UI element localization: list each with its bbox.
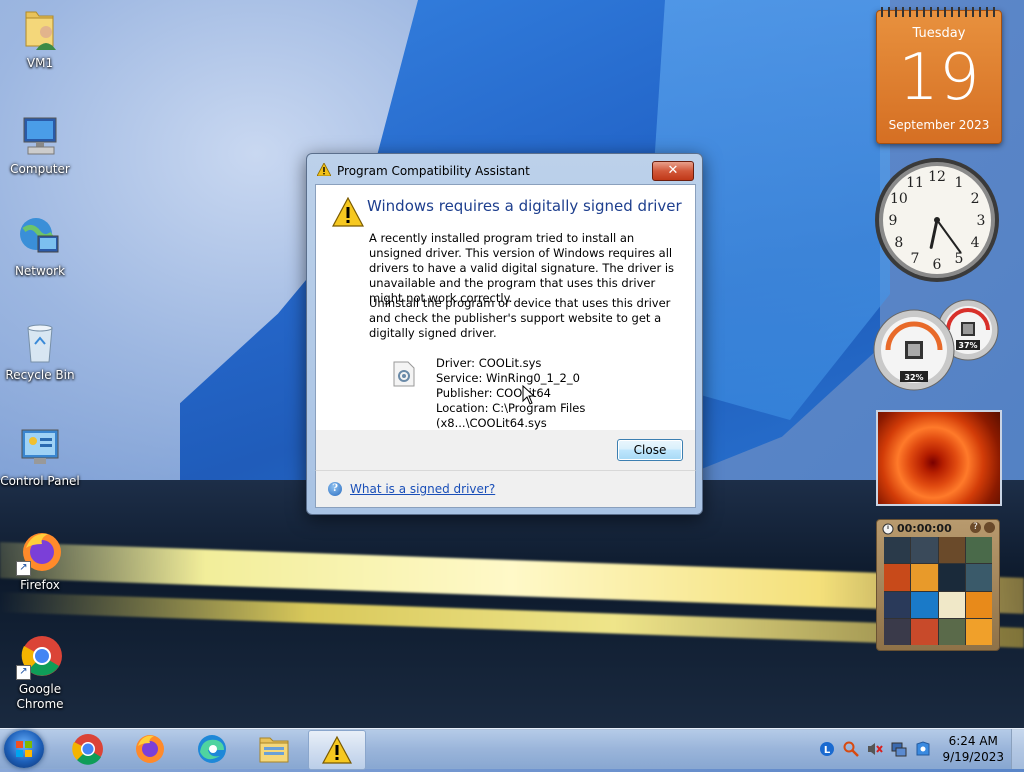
- desktop-icon-label: Network: [14, 264, 66, 278]
- clock-number: 10: [890, 191, 908, 207]
- clock-number: 2: [971, 191, 980, 207]
- help-info-icon: ?: [328, 482, 342, 496]
- calendar-rings: [881, 7, 997, 17]
- dialog-button-bar: Close: [315, 430, 696, 470]
- clock-number: 1: [955, 175, 964, 191]
- close-button[interactable]: ✕: [652, 161, 694, 181]
- network-icon: [16, 214, 64, 262]
- desktop-icon-network[interactable]: Network: [0, 214, 80, 279]
- desktop-icon-label: Recycle Bin: [5, 368, 75, 382]
- user-folder-icon: [16, 6, 64, 54]
- system-clock[interactable]: 6:24 AM 9/19/2023: [942, 733, 1004, 765]
- clock-number: 5: [955, 251, 964, 267]
- start-button[interactable]: [4, 730, 44, 768]
- desktop-icon-control-panel[interactable]: Control Panel: [0, 424, 80, 489]
- calendar-gadget[interactable]: Tuesday 19 September 2023: [876, 7, 1002, 144]
- desktop-icon-recycle-bin[interactable]: Recycle Bin: [0, 318, 80, 383]
- clock-number: 12: [928, 169, 946, 185]
- system-date: 9/19/2023: [942, 750, 1004, 764]
- taskbar-firefox[interactable]: [122, 730, 178, 768]
- calendar-month-year: September 2023: [888, 118, 990, 132]
- calendar-weekday: Tuesday: [912, 26, 966, 41]
- dialog-help-bar: ? What is a signed driver?: [315, 470, 696, 508]
- taskbar-edge[interactable]: [184, 730, 240, 768]
- magnifier-icon[interactable]: [843, 741, 859, 757]
- clock-number: 8: [894, 235, 903, 251]
- puzzle-timer: 00:00:00: [897, 522, 952, 535]
- clock-number: 4: [971, 235, 980, 251]
- desktop-icon-label: Firefox: [20, 578, 60, 592]
- cpu-usage-value: 32%: [904, 373, 923, 382]
- firefox-icon: [136, 735, 164, 763]
- dialog-titlebar[interactable]: Program Compatibility Assistant ✕: [307, 154, 702, 184]
- picture-puzzle-gadget[interactable]: 00:00:00 ?: [876, 519, 1000, 651]
- taskbar-file-explorer[interactable]: [246, 730, 302, 768]
- firefox-icon: ↗: [16, 528, 64, 576]
- show-desktop-button[interactable]: [1011, 729, 1024, 769]
- clock-number: 6: [933, 257, 942, 273]
- svg-text:L: L: [824, 745, 831, 756]
- dialog-title: Program Compatibility Assistant: [337, 164, 530, 178]
- windows-logo-icon: [16, 741, 32, 757]
- control-panel-icon: [16, 424, 64, 472]
- desktop-icon-label: Computer: [10, 162, 70, 176]
- folder-icon: [259, 737, 289, 763]
- taskbar: L 6:24 AM 9/19/2023: [0, 728, 1024, 770]
- desktop-icon-vm1[interactable]: VM1: [0, 6, 80, 71]
- clock-number: 3: [977, 213, 986, 229]
- calendar-date: 19: [898, 41, 980, 115]
- timer-icon: [882, 523, 894, 535]
- shortcut-arrow-icon: ↗: [16, 665, 31, 680]
- network-status-icon[interactable]: [891, 741, 907, 757]
- driver-details: Driver: COOLit.sys Service: WinRing0_1_2…: [436, 356, 695, 431]
- dialog-paragraph: A recently installed program tried to in…: [369, 231, 675, 305]
- memory-usage-value: 37%: [958, 341, 977, 350]
- close-dialog-button[interactable]: Close: [617, 439, 683, 461]
- volume-muted-icon[interactable]: [867, 741, 883, 757]
- program-compatibility-dialog: Program Compatibility Assistant ✕ Window…: [306, 153, 703, 515]
- driver-publisher: Publisher: COOLit64: [436, 386, 551, 400]
- taskbar-chrome[interactable]: [60, 730, 116, 768]
- puzzle-help-icon[interactable]: ?: [970, 522, 981, 533]
- mouse-cursor-icon: [522, 385, 536, 405]
- desktop-icon-label: Control Panel: [0, 474, 80, 488]
- warning-icon: [321, 735, 353, 764]
- cpu-meter-gadget[interactable]: 37% 32%: [872, 298, 1002, 393]
- driver-location: Location: C:\Program Files (x8...\COOLit…: [436, 401, 586, 430]
- driver-service: Service: WinRing0_1_2_0: [436, 371, 580, 385]
- taskbar-program-compatibility-assistant[interactable]: [308, 730, 366, 770]
- dialog-paragraph: Uninstall the program or device that use…: [369, 296, 671, 340]
- warning-large-icon: [332, 197, 364, 227]
- computer-icon: [16, 112, 64, 160]
- driver-name: Driver: COOLit.sys: [436, 356, 542, 370]
- clock-number: 7: [911, 251, 920, 267]
- chrome-icon: [72, 734, 103, 765]
- driver-file-icon: [393, 361, 415, 387]
- desktop-icon-computer[interactable]: Computer: [0, 112, 80, 177]
- language-bar-icon[interactable]: L: [819, 741, 835, 757]
- dialog-body: Windows requires a digitally signed driv…: [315, 184, 696, 432]
- close-icon: ✕: [667, 163, 679, 178]
- desktop-icon-firefox[interactable]: ↗ Firefox: [0, 528, 80, 593]
- clock-number: 11: [906, 175, 924, 191]
- dialog-heading: Windows requires a digitally signed driv…: [367, 197, 682, 215]
- desktop-icon-label: VM1: [26, 56, 54, 70]
- slideshow-gadget[interactable]: [876, 410, 1002, 506]
- recycle-bin-icon: [16, 318, 64, 366]
- clock-gadget[interactable]: 12 12 3 45678 9 1011: [874, 157, 1000, 283]
- shortcut-arrow-icon: ↗: [16, 561, 31, 576]
- action-center-icon[interactable]: [915, 741, 931, 757]
- chrome-icon: ↗: [16, 632, 64, 680]
- edge-icon: [198, 735, 226, 763]
- puzzle-solve-icon[interactable]: [984, 522, 995, 533]
- desktop-icon-label: Google Chrome: [16, 682, 64, 711]
- desktop-icon-google-chrome[interactable]: ↗ Google Chrome: [0, 632, 80, 712]
- clock-number: 9: [889, 213, 898, 229]
- puzzle-grid[interactable]: [884, 537, 992, 645]
- system-time: 6:24 AM: [948, 734, 998, 748]
- warning-icon: [317, 163, 331, 176]
- signed-driver-help-link[interactable]: What is a signed driver?: [350, 482, 495, 496]
